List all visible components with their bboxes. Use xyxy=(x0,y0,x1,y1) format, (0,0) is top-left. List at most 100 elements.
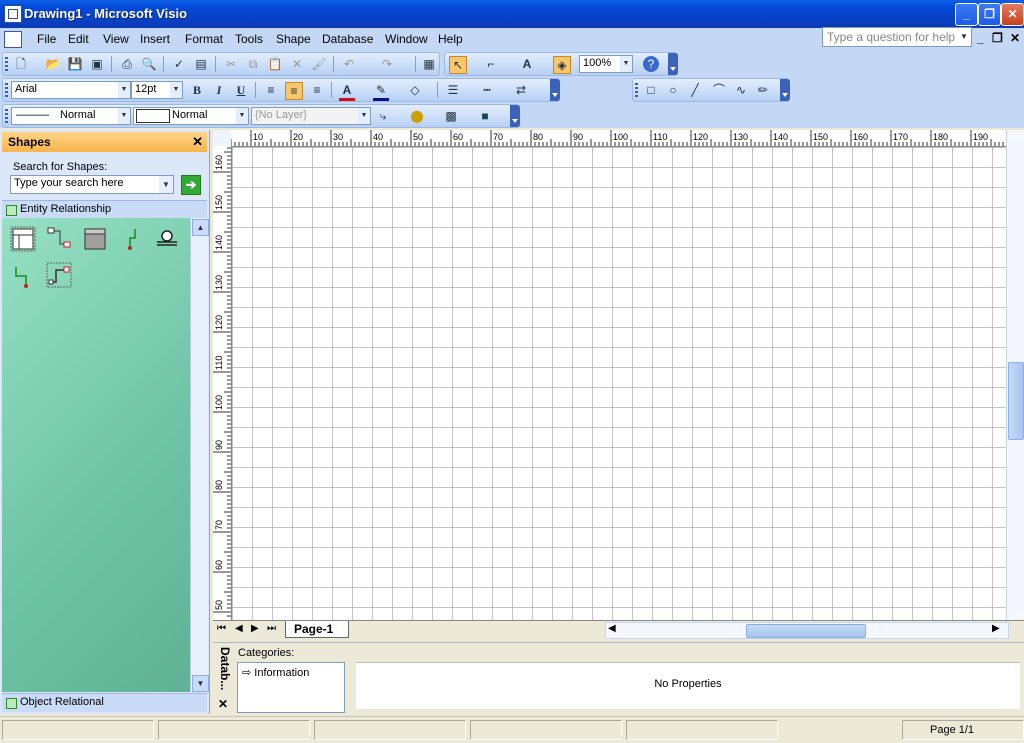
horizontal-scroll-thumb[interactable] xyxy=(746,624,866,638)
line-color-icon[interactable]: ✎ xyxy=(373,82,389,101)
menu-insert[interactable]: Insert xyxy=(140,32,170,46)
close-button[interactable]: ✕ xyxy=(1001,3,1024,26)
stencil-object-relational[interactable]: Object Relational xyxy=(2,693,207,712)
category-item[interactable]: ⇨ Information xyxy=(242,666,309,679)
drawing-page-canvas[interactable] xyxy=(232,147,1006,620)
layer-select[interactable]: {No Layer} ▼ xyxy=(251,107,371,125)
doc-close-button[interactable]: ✕ xyxy=(1010,31,1020,45)
arc-tool-icon[interactable]: ⌒ xyxy=(711,82,727,98)
fill-pattern-icon[interactable]: ▩ xyxy=(443,108,459,124)
last-page-icon[interactable]: ⏭ xyxy=(267,623,276,634)
zoom-select[interactable]: 100% ▼ xyxy=(579,55,633,73)
rectangle-tool-icon[interactable]: □ xyxy=(643,82,659,98)
categories-list[interactable]: ⇨ Information xyxy=(237,662,345,713)
font-color-button[interactable]: A xyxy=(339,82,355,101)
chevron-down-icon[interactable]: ▼ xyxy=(358,108,370,124)
shadow-color-icon[interactable]: ⬤ xyxy=(409,108,425,124)
line-weight-icon[interactable]: ☰ xyxy=(445,82,461,98)
menu-database[interactable]: Database xyxy=(322,32,373,46)
menu-window[interactable]: Window xyxy=(385,32,428,46)
cut-icon[interactable]: ✂ xyxy=(223,56,239,72)
research-icon[interactable]: ▤ xyxy=(193,56,209,72)
doc-restore-button[interactable]: ❐ xyxy=(992,31,1003,45)
redo-icon[interactable]: ↷ xyxy=(379,56,395,72)
save-icon[interactable]: 💾 xyxy=(67,56,83,72)
ruler-corner[interactable] xyxy=(213,130,232,147)
restore-button[interactable]: ❐ xyxy=(978,3,1001,26)
vertical-ruler[interactable]: 160 150 140 130 120 110 100 90 80 70 60 50 xyxy=(213,146,232,620)
search-go-button[interactable]: ➔ xyxy=(181,175,201,195)
shapes-pane-close-button[interactable]: ✕ xyxy=(192,134,203,150)
toolbar-options-icon[interactable] xyxy=(780,79,790,101)
connector-tool-icon[interactable]: ⌐ xyxy=(483,56,499,72)
spelling-icon[interactable]: ✓ xyxy=(171,56,187,72)
chevron-down-icon[interactable]: ▼ xyxy=(957,28,971,46)
pointer-tool-icon[interactable]: ↖ xyxy=(449,56,467,74)
chevron-down-icon[interactable]: ▼ xyxy=(118,108,130,124)
fill-style-select[interactable]: Normal ▼ xyxy=(133,107,249,125)
scroll-down-icon[interactable]: ▼ xyxy=(192,675,209,692)
vertical-scroll-thumb[interactable] xyxy=(1008,362,1024,440)
pencil-tool-icon[interactable]: ✏ xyxy=(755,82,771,98)
underline-button[interactable]: U xyxy=(233,82,249,98)
relationship-icon[interactable] xyxy=(46,226,72,252)
vertical-scrollbar[interactable] xyxy=(1006,130,1024,620)
chevron-down-icon[interactable]: ▼ xyxy=(620,56,632,72)
delete-icon[interactable]: ✕ xyxy=(289,56,305,72)
bold-button[interactable]: B xyxy=(189,82,205,98)
print-preview-icon[interactable]: 🔍 xyxy=(141,56,157,72)
italic-button[interactable]: I xyxy=(211,82,227,98)
database-properties-close-icon[interactable]: ✕ xyxy=(218,697,228,711)
scroll-up-icon[interactable]: ▲ xyxy=(192,219,209,236)
help-search-input[interactable]: Type a question for help ▼ xyxy=(822,27,972,47)
minimize-button[interactable]: _ xyxy=(955,3,978,26)
menu-shape[interactable]: Shape xyxy=(276,32,311,46)
entity-icon[interactable] xyxy=(10,226,36,252)
connection-point-icon[interactable]: ◈ xyxy=(553,56,571,74)
line-tool-icon[interactable]: ╱ xyxy=(687,82,703,98)
new-icon[interactable]: 🗋 xyxy=(13,56,29,72)
menu-help[interactable]: Help xyxy=(438,32,463,46)
line-pattern-icon[interactable]: ┅ xyxy=(479,82,495,98)
doc-minimize-button[interactable]: _ xyxy=(977,31,984,45)
search-shapes-input[interactable]: Type your search here ▼ xyxy=(10,175,174,194)
toolbar-options-icon[interactable] xyxy=(550,79,560,101)
line-ends-icon[interactable]: ⇄ xyxy=(513,82,529,98)
format-painter-icon[interactable]: 🖌 xyxy=(311,56,327,72)
menu-edit[interactable]: Edit xyxy=(68,32,89,46)
font-select[interactable]: Arial ▼ xyxy=(11,81,131,99)
line-style-select[interactable]: ——— Normal ▼ xyxy=(11,107,131,125)
font-size-select[interactable]: 12pt ▼ xyxy=(131,81,183,99)
open-icon[interactable]: 📂 xyxy=(45,56,61,72)
tab-page-1[interactable]: Page-1 xyxy=(285,621,349,638)
chevron-down-icon[interactable]: ▼ xyxy=(118,82,130,98)
first-page-icon[interactable]: ⏮ xyxy=(217,623,226,634)
dynamic-connector-icon[interactable] xyxy=(46,262,72,288)
ellipse-tool-icon[interactable]: ○ xyxy=(665,82,681,98)
align-left-icon[interactable]: ≡ xyxy=(263,82,279,98)
chevron-down-icon[interactable]: ▼ xyxy=(236,108,248,124)
align-center-icon[interactable]: ≡ xyxy=(285,82,303,100)
document-icon[interactable] xyxy=(4,31,22,48)
horizontal-scrollbar[interactable]: ◀ ▶ xyxy=(605,622,1009,639)
visio-app-icon[interactable] xyxy=(4,5,22,23)
menu-view[interactable]: View xyxy=(103,32,129,46)
category-icon[interactable] xyxy=(154,226,180,252)
shapes-stencil-icon[interactable]: ▦ xyxy=(421,56,437,72)
copy-icon[interactable]: ⧉ xyxy=(245,56,261,72)
scroll-right-icon[interactable]: ▶ xyxy=(992,623,1000,634)
chevron-down-icon[interactable]: ▼ xyxy=(159,176,173,193)
menu-file[interactable]: File xyxy=(37,32,56,46)
shadow-icon[interactable]: ■ xyxy=(477,108,493,124)
toolbar-options-icon[interactable] xyxy=(668,53,678,75)
chevron-down-icon[interactable]: ▼ xyxy=(170,82,182,98)
menu-tools[interactable]: Tools xyxy=(235,32,263,46)
paste-icon[interactable]: 📋 xyxy=(267,56,283,72)
help-icon[interactable]: ? xyxy=(643,56,659,72)
permission-icon[interactable]: ▣ xyxy=(89,56,105,72)
stencil-scrollbar[interactable]: ▲ ▼ xyxy=(190,218,209,692)
parent-to-category-icon[interactable] xyxy=(120,226,146,252)
horizontal-ruler[interactable]: 10 20 30 40 50 60 70 80 90 100 110 120 130 140 150 160 1… xyxy=(231,130,1006,147)
menu-format[interactable]: Format xyxy=(185,32,223,46)
next-page-icon[interactable]: ▶ xyxy=(251,623,259,634)
